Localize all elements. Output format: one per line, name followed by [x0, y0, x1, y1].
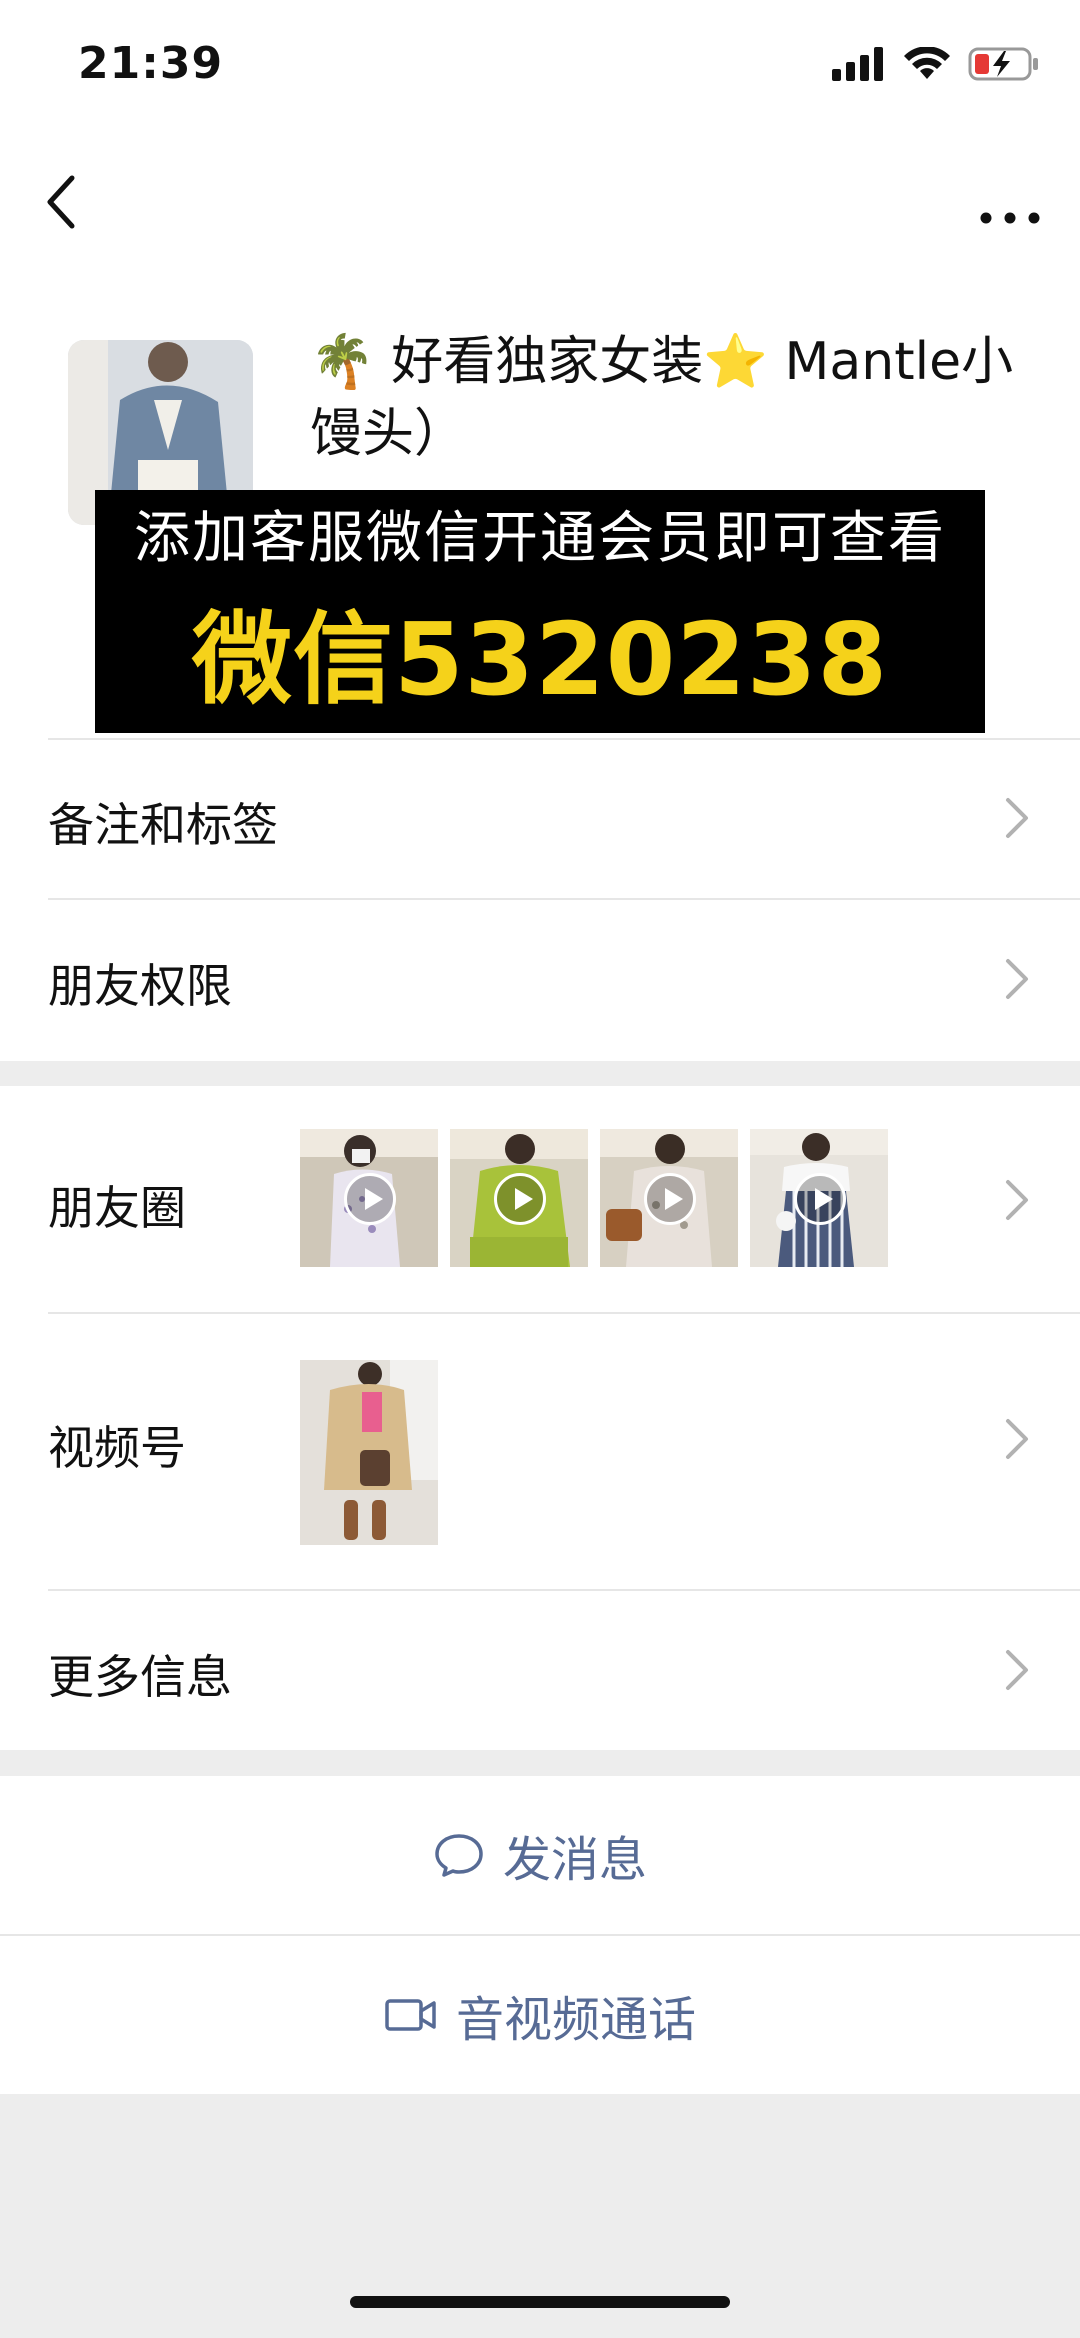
more-info-label: 更多信息	[48, 1650, 232, 1704]
chat-bubble-icon	[433, 1832, 485, 1878]
chevron-right-icon	[1006, 798, 1028, 838]
home-indicator	[350, 2296, 730, 2308]
back-button[interactable]	[38, 162, 118, 242]
chevron-right-icon	[1006, 1419, 1028, 1459]
cellular-signal-icon	[832, 47, 883, 81]
promo-banner-line1: 添加客服微信开通会员即可查看	[134, 505, 946, 571]
remark-and-tags-row[interactable]: 备注和标签	[0, 738, 1080, 898]
play-icon	[494, 1173, 546, 1225]
moments-thumbnail	[450, 1129, 588, 1267]
play-icon	[644, 1173, 696, 1225]
voice-video-call-button[interactable]: 音视频通话	[0, 1936, 1080, 2094]
chevron-right-icon	[1006, 1650, 1028, 1690]
more-dots-icon	[980, 212, 1040, 224]
moments-label: 朋友圈	[48, 1181, 186, 1235]
send-message-label: 发消息	[502, 1832, 647, 1888]
remark-and-tags-label: 备注和标签	[48, 798, 278, 852]
status-icons	[832, 46, 1040, 82]
profile-nickname: 🌴 好看独家女装⭐ Mantle小馒头）	[310, 332, 1014, 464]
moments-thumbnail	[600, 1129, 738, 1267]
wifi-icon	[904, 47, 950, 79]
friend-permissions-row[interactable]: 朋友权限	[0, 900, 1080, 1060]
channels-thumbnail	[300, 1360, 438, 1545]
channels-label: 视频号	[48, 1421, 186, 1475]
more-info-row[interactable]: 更多信息	[0, 1591, 1080, 1750]
play-icon	[794, 1173, 846, 1225]
nav-bar	[0, 140, 1080, 290]
promo-banner-wechat-id: 微信5320238	[191, 600, 889, 718]
video-camera-icon	[384, 1996, 438, 2034]
promo-banner: 添加客服微信开通会员即可查看 微信5320238	[95, 490, 985, 733]
battery-charging-icon	[968, 47, 1038, 81]
profile-header: 🌴 好看独家女装⭐ Mantle小馒头） 添加客服微信开通会员即可查看 微信53…	[0, 290, 1080, 738]
chevron-right-icon	[1006, 959, 1028, 999]
moments-thumbnail	[750, 1129, 888, 1267]
send-message-button[interactable]: 发消息	[0, 1776, 1080, 1934]
back-chevron-icon	[47, 175, 75, 229]
channels-row[interactable]: 视频号	[0, 1314, 1080, 1564]
friend-permissions-label: 朋友权限	[48, 959, 232, 1013]
play-icon	[344, 1173, 396, 1225]
status-time: 21:39	[78, 38, 224, 89]
more-options-button[interactable]	[970, 168, 1050, 238]
moments-row[interactable]: 朋友圈	[0, 1086, 1080, 1313]
moments-thumbnail	[300, 1129, 438, 1267]
settings-group-1: 备注和标签 朋友权限	[0, 738, 1080, 1061]
voice-video-call-label: 音视频通话	[455, 1992, 696, 2048]
status-bar: 21:39	[0, 0, 1080, 140]
settings-group-2: 朋友圈 视频号 更多信息	[0, 1086, 1080, 1750]
chevron-right-icon	[1006, 1180, 1028, 1220]
